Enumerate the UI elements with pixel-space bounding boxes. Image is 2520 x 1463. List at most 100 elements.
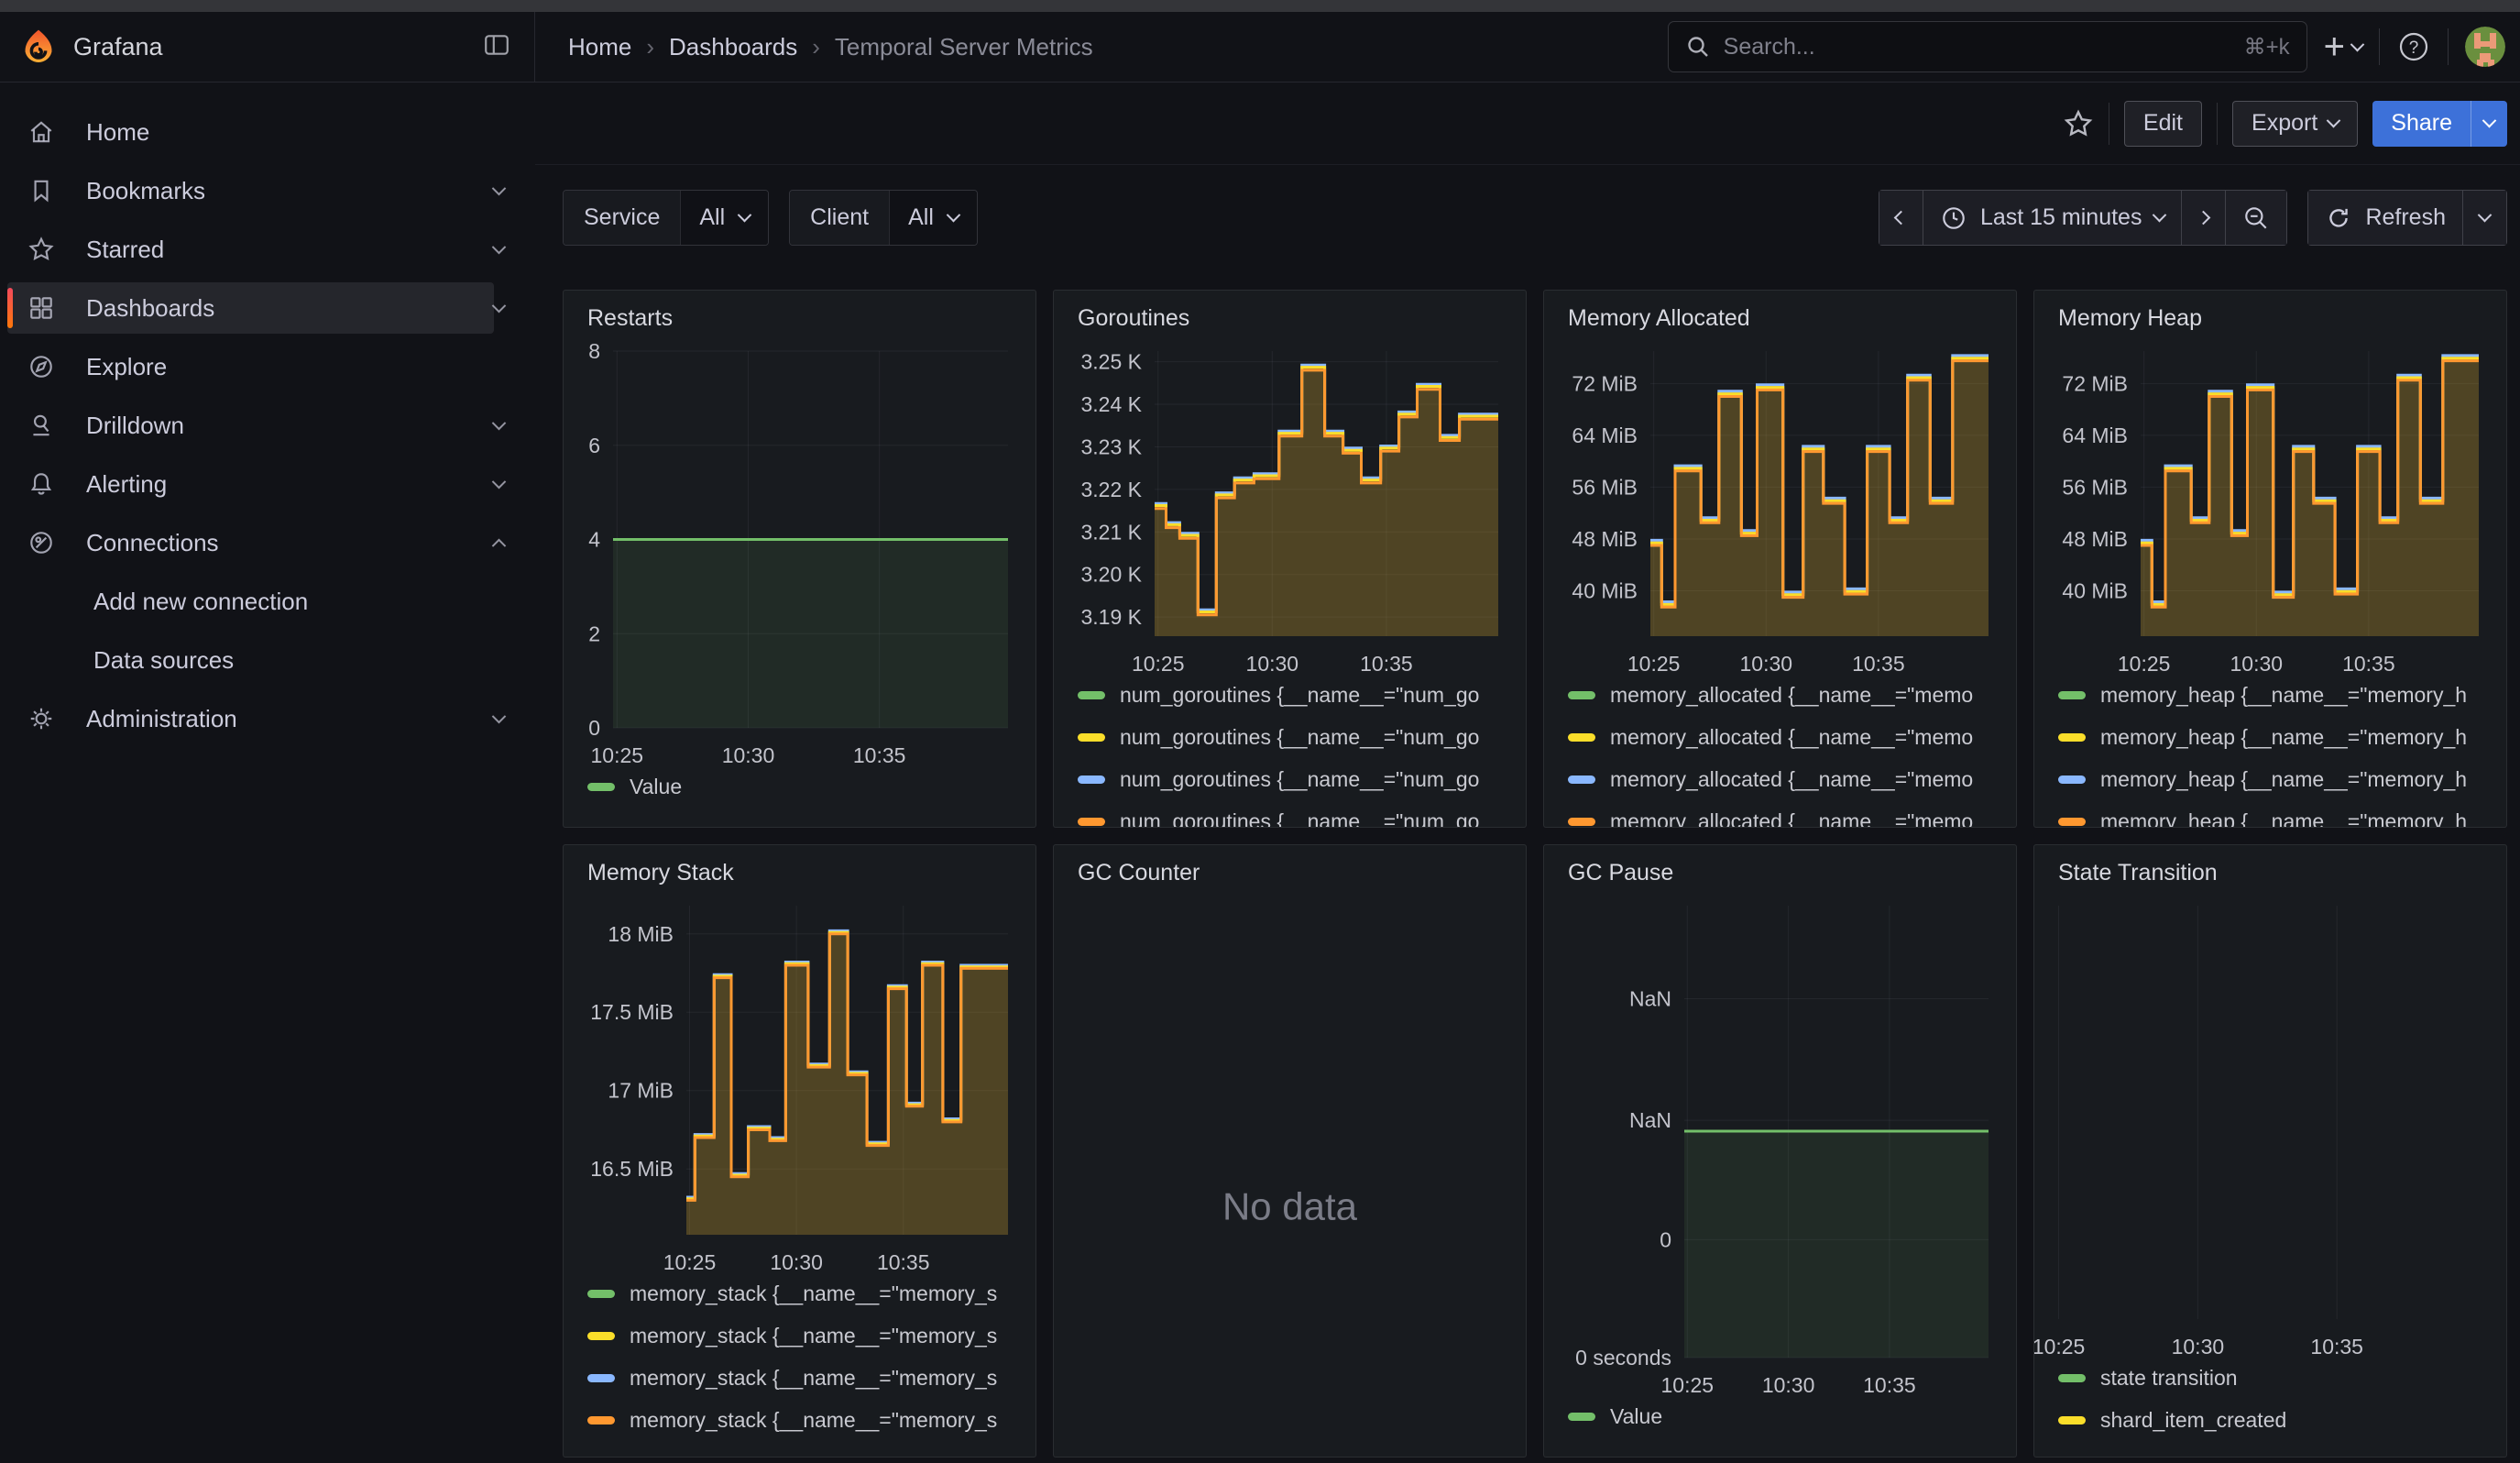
sidebar-item-data-sources-button[interactable]: Data sources <box>7 634 535 686</box>
legend-label: memory_allocated {__name__="memo <box>1610 767 1973 792</box>
panel-title[interactable]: GC Counter <box>1054 845 1526 893</box>
breadcrumb-home[interactable]: Home <box>568 33 631 61</box>
time-shift-forward-button[interactable] <box>2182 190 2226 246</box>
variable-value: All <box>699 204 725 231</box>
time-shift-back-button[interactable] <box>1879 190 1923 246</box>
legend-item[interactable]: memory_stack {__name__="memory_s <box>587 1365 1035 1392</box>
legend: memory_heap {__name__="memory_h memory_he… <box>2034 682 2506 827</box>
svg-text:64 MiB: 64 MiB <box>2062 424 2128 447</box>
expand-chevron-icon[interactable] <box>492 415 507 430</box>
legend-item[interactable]: memory_allocated {__name__="memo <box>1568 682 2016 709</box>
search-box[interactable]: ⌘+k <box>1668 21 2307 72</box>
main-content: Edit Export Share Service All <box>535 82 2520 1463</box>
svg-text:18 MiB: 18 MiB <box>608 922 674 946</box>
app-brand: Grafana <box>73 33 163 61</box>
compass-icon <box>27 353 55 380</box>
sidebar-item-administration-button[interactable]: Administration <box>7 693 494 744</box>
legend-item[interactable]: num_goroutines {__name__="num_go <box>1078 682 1526 709</box>
refresh-button[interactable]: Refresh <box>2307 190 2463 246</box>
expand-chevron-icon[interactable] <box>492 709 507 723</box>
legend-item[interactable]: Value <box>587 774 1035 800</box>
export-button[interactable]: Export <box>2232 101 2358 147</box>
legend: memory_allocated {__name__="memo memory_a… <box>1544 682 2016 827</box>
sidebar-item-connections-button[interactable]: Connections <box>7 517 494 568</box>
legend-item[interactable]: memory_stack {__name__="memory_s <box>587 1281 1035 1307</box>
legend-item[interactable]: Value <box>1568 1403 2016 1430</box>
panel-title[interactable]: State Transition <box>2034 845 2506 893</box>
dock-sidebar-toggle-icon[interactable] <box>483 31 510 63</box>
panel-title[interactable]: Goroutines <box>1054 291 1526 338</box>
sidebar-item-add-new-connection-button[interactable]: Add new connection <box>7 576 535 627</box>
variable-client-select[interactable]: All <box>889 191 977 245</box>
grafana-logo-icon[interactable] <box>20 28 57 66</box>
legend-swatch <box>1568 776 1595 784</box>
variable-service-select[interactable]: All <box>680 191 768 245</box>
divider <box>2448 28 2449 65</box>
legend-item[interactable]: num_goroutines {__name__="num_go <box>1078 808 1526 827</box>
panel-title[interactable]: GC Pause <box>1544 845 2016 893</box>
share-dropdown-button[interactable] <box>2471 101 2507 147</box>
legend-item[interactable]: num_goroutines {__name__="num_go <box>1078 766 1526 793</box>
legend-item[interactable]: memory_allocated {__name__="memo <box>1568 724 2016 751</box>
sidebar-item-dashboards-button[interactable]: Dashboards <box>7 282 494 334</box>
legend-item[interactable]: memory_heap {__name__="memory_h <box>2058 808 2506 827</box>
time-controls: Last 15 minutes <box>1879 190 2507 246</box>
search-input[interactable] <box>1724 34 2231 60</box>
svg-text:10:25: 10:25 <box>1627 652 1681 676</box>
bookmark-icon <box>27 177 55 204</box>
panel-title[interactable]: Memory Heap <box>2034 291 2506 338</box>
chart-gc-pause: 0 seconds0NaNNaN10:2510:3010:35 <box>1544 893 2016 1403</box>
legend-item[interactable]: state transition <box>2058 1365 2506 1392</box>
window-titlebar-strip <box>0 0 2520 12</box>
legend-label: memory_allocated {__name__="memo <box>1610 725 1973 750</box>
time-zoom-out-button[interactable] <box>2226 190 2287 246</box>
legend-label: memory_allocated {__name__="memo <box>1610 683 1973 708</box>
variable-value: All <box>908 204 934 231</box>
sidebar-item-bookmarks-button[interactable]: Bookmarks <box>7 165 494 216</box>
legend-item[interactable]: memory_heap {__name__="memory_h <box>2058 766 2506 793</box>
help-button[interactable]: ? <box>2396 29 2431 64</box>
sidebar-item-connections: Connections <box>0 513 535 572</box>
sidebar-item-alerting-button[interactable]: Alerting <box>7 458 494 510</box>
legend-item[interactable]: memory_heap {__name__="memory_h <box>2058 682 2506 709</box>
svg-text:NaN: NaN <box>1629 987 1671 1011</box>
panel-title[interactable]: Memory Stack <box>564 845 1035 893</box>
panel-title[interactable]: Memory Allocated <box>1544 291 2016 338</box>
sidebar-item-explore-button[interactable]: Explore <box>7 341 535 392</box>
panel-restarts: Restarts 0246810:2510:3010:35 Value <box>563 290 1036 828</box>
legend-item[interactable]: memory_allocated {__name__="memo <box>1568 808 2016 827</box>
svg-text:10:35: 10:35 <box>1863 1373 1916 1397</box>
expand-chevron-icon[interactable] <box>492 239 507 254</box>
expand-chevron-icon[interactable] <box>492 474 507 489</box>
new-dashboard-button[interactable]: + <box>2324 28 2362 65</box>
legend-item[interactable]: shard_item_created <box>2058 1407 2506 1434</box>
chevron-down-icon <box>2478 208 2493 223</box>
sidebar-item-starred-button[interactable]: Starred <box>7 224 494 275</box>
user-avatar[interactable] <box>2465 27 2505 67</box>
expand-chevron-icon[interactable] <box>492 181 507 195</box>
legend-label: Value <box>1610 1404 1662 1429</box>
panel-title[interactable]: Restarts <box>564 291 1035 338</box>
dashboards-grid-icon <box>27 294 55 322</box>
legend: num_goroutines {__name__="num_go num_goro… <box>1054 682 1526 827</box>
legend-item[interactable]: memory_stack {__name__="memory_s <box>587 1407 1035 1434</box>
active-indicator <box>7 288 13 328</box>
svg-text:3.22 K: 3.22 K <box>1081 478 1143 501</box>
sidebar-item-administration: Administration <box>0 689 535 748</box>
breadcrumb-dashboards[interactable]: Dashboards <box>669 33 797 61</box>
sidebar-item-home-button[interactable]: Home <box>7 106 535 158</box>
edit-button[interactable]: Edit <box>2124 101 2202 147</box>
legend-item[interactable]: num_goroutines {__name__="num_go <box>1078 724 1526 751</box>
refresh-interval-dropdown[interactable] <box>2463 190 2507 246</box>
sidebar-item-drilldown-button[interactable]: Drilldown <box>7 400 494 451</box>
collapse-chevron-icon[interactable] <box>492 538 507 553</box>
expand-chevron-icon[interactable] <box>492 298 507 313</box>
legend-item[interactable]: memory_allocated {__name__="memo <box>1568 766 2016 793</box>
time-range-picker[interactable]: Last 15 minutes <box>1923 190 2183 246</box>
legend-item[interactable]: memory_heap {__name__="memory_h <box>2058 724 2506 751</box>
legend-item[interactable]: memory_stack {__name__="memory_s <box>587 1323 1035 1349</box>
favorite-star-button[interactable] <box>2063 108 2094 139</box>
svg-text:10:35: 10:35 <box>853 743 906 767</box>
share-button[interactable]: Share <box>2372 101 2471 147</box>
legend-swatch <box>587 1332 615 1340</box>
